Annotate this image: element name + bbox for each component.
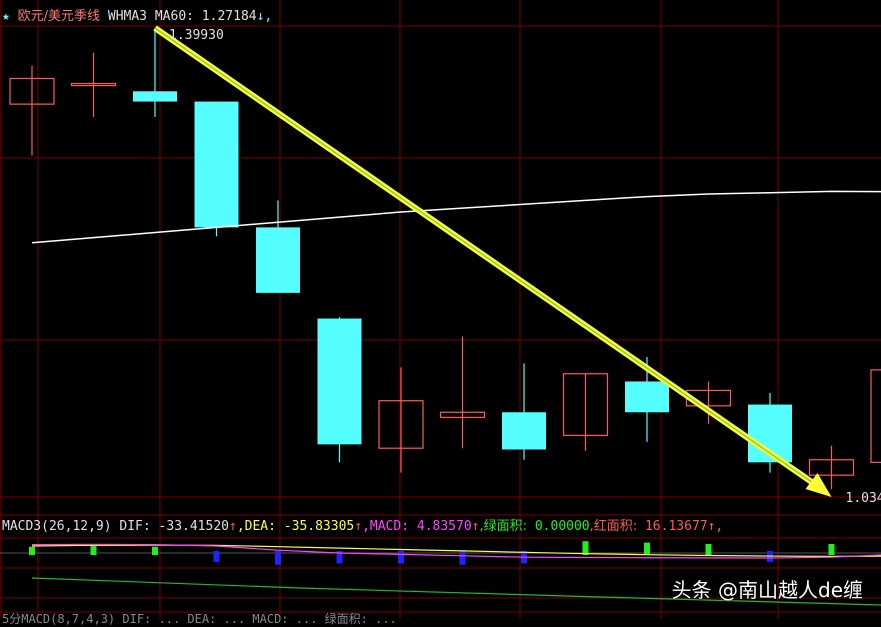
red-area-label: ,红面积: bbox=[590, 519, 638, 534]
green-area-label: ,绿面积: bbox=[480, 519, 528, 534]
main-header: ★ 欧元/美元季线 WHMA3 MA60: 1.27184↓, bbox=[2, 9, 272, 25]
candle-body bbox=[625, 381, 669, 412]
indicator-name: WHMA3 bbox=[108, 9, 147, 24]
macd-histogram-bar bbox=[644, 543, 650, 555]
watermark-text: 头条 @南山越人de缠 bbox=[672, 574, 863, 603]
macd-histogram-bar bbox=[275, 551, 281, 565]
candle-body bbox=[195, 102, 239, 228]
candle-body bbox=[133, 91, 177, 101]
dea-label: ,DEA: bbox=[237, 519, 276, 534]
macd-histogram-bar bbox=[152, 547, 158, 555]
red-area-value: 16.13677 bbox=[645, 519, 708, 534]
macd-histogram-bar bbox=[583, 541, 589, 555]
dea-arrow: ↑ bbox=[354, 519, 362, 534]
macd-value: 4.83570 bbox=[417, 519, 472, 534]
star-icon: ★ bbox=[2, 9, 10, 24]
high-price-label: 1.39930 bbox=[169, 28, 224, 43]
ma-arrow: ↓, bbox=[257, 9, 273, 24]
dea-value: -35.83305 bbox=[284, 519, 354, 534]
macd-histogram-bar bbox=[460, 551, 466, 565]
candle-body bbox=[502, 412, 546, 449]
macd-histogram-bar bbox=[214, 551, 220, 562]
green-area-value: 0.00000 bbox=[535, 519, 590, 534]
symbol-name: 欧元/美元季线 bbox=[18, 9, 100, 24]
dif-value: -33.41520 bbox=[159, 519, 229, 534]
candle-body bbox=[256, 227, 300, 292]
dif-label: DIF: bbox=[119, 519, 150, 534]
candle-body bbox=[318, 319, 362, 445]
macd-histogram-bar bbox=[398, 551, 404, 563]
macd-histogram-bar bbox=[91, 546, 97, 555]
third-panel-header: 5分MACD(8,7,4,3) DIF: ... DEA: ... MACD: … bbox=[2, 611, 397, 627]
red-area-arrow: ↑, bbox=[708, 519, 724, 534]
dif-arrow: ↑ bbox=[229, 519, 237, 534]
ma-value: 1.27184 bbox=[202, 9, 257, 24]
macd-label: ,MACD: bbox=[362, 519, 409, 534]
ma-label: MA60: bbox=[155, 9, 194, 24]
macd-histogram-bar bbox=[706, 544, 712, 555]
macd-name: MACD3(26,12,9) bbox=[2, 519, 112, 534]
macd-header: MACD3(26,12,9) DIF: -33.41520↑,DEA: -35.… bbox=[2, 519, 723, 535]
macd-histogram-bar bbox=[29, 547, 35, 555]
macd-arrow: ↑ bbox=[472, 519, 480, 534]
low-price-label: 1.034 bbox=[846, 491, 881, 506]
macd-histogram-bar bbox=[829, 544, 835, 555]
